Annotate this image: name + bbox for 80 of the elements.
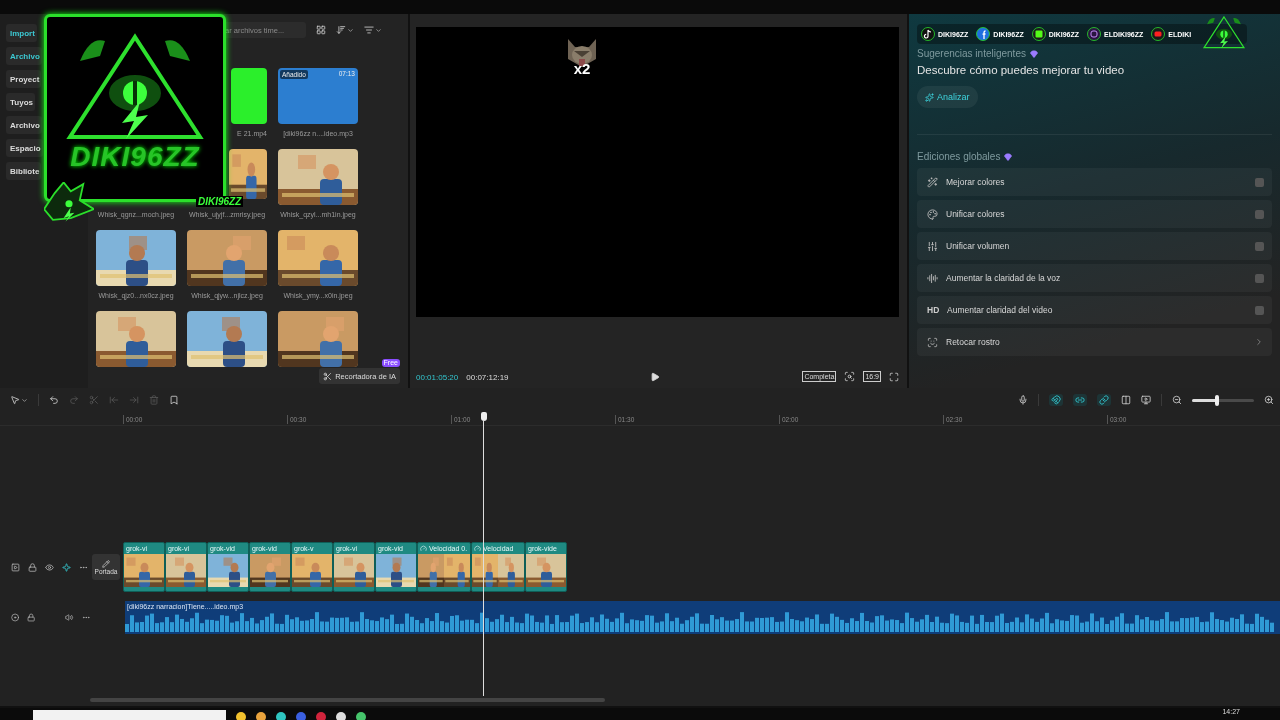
palette-icon [927,208,938,220]
edit-label: Mejorar colores [946,177,1006,187]
logo-title: DIKI96ZZ [70,141,200,173]
edit-label: Aumentar claridad del video [947,305,1054,315]
sidebar-item[interactable]: Espacio [6,139,43,157]
social-icon [1087,27,1102,41]
fullscreen-icon[interactable] [889,372,899,382]
hd-icon: HD [927,305,939,315]
wand-icon [927,176,938,188]
suggestion-text: Descubre cómo puedes mejorar tu video [917,64,1126,76]
grid-view-icon[interactable] [316,25,326,35]
lock-icon[interactable] [28,562,37,572]
global-edit-row[interactable]: HD Aumentar claridad del video [917,296,1272,324]
social-icon [1151,27,1166,41]
marker-icon[interactable] [169,395,179,405]
monitor-icon[interactable] [1141,395,1151,405]
face-scan-icon [927,336,938,348]
sidebar-item[interactable]: Archivo [6,116,42,134]
sticker-text: x2 [573,61,591,76]
section-title: Ediciones globales [917,151,1001,162]
zoom-in-icon[interactable] [1264,395,1274,405]
section-title: Sugerencias inteligentes [917,48,1026,59]
gem-icon [1029,49,1038,58]
analyze-button[interactable]: Analizar [917,86,978,108]
playhead[interactable] [481,412,486,696]
sparkle-icon [925,92,934,102]
lock-icon[interactable] [27,613,36,622]
pointer-icon[interactable] [10,395,28,405]
sidebar-item[interactable]: Proyect [6,70,42,88]
zoom-out-icon[interactable] [1172,395,1182,405]
global-edit-row[interactable]: Unificar colores [917,200,1272,228]
link-icon[interactable] [1073,394,1087,406]
media-thumbnail[interactable] [231,68,267,124]
edit-toggle[interactable] [1255,209,1264,219]
edit-label: Unificar volumen [946,241,1011,251]
social-icon [976,27,991,41]
chain-icon[interactable] [1097,394,1111,406]
magnet-icon[interactable] [1049,394,1063,406]
global-edit-row[interactable]: Retocar rostro [917,328,1272,356]
edit-toggle[interactable] [1255,241,1264,251]
sparkle-icon[interactable] [62,562,71,572]
social-icon [921,27,935,41]
edit-label: Retocar rostro [946,337,1001,347]
scrollbar[interactable] [90,698,605,702]
audio-lines-icon [927,272,938,284]
current-time: 00:01:05:20 [416,373,459,382]
audio-track-icon [11,613,20,622]
microphone-icon[interactable] [1018,395,1028,405]
sidebar-item[interactable]: Bibliote [6,162,42,180]
chevron-icon [1254,337,1264,347]
total-time: 00:07:12:19 [466,373,509,382]
sort-icon[interactable] [336,25,354,35]
eye-icon[interactable] [45,562,54,572]
edit-toggle[interactable] [1255,305,1264,315]
sidebar-item[interactable]: Tuyos [6,93,35,111]
zoom-scan-icon[interactable] [844,371,856,382]
volume-icon[interactable] [65,613,74,622]
gem-icon [1004,152,1013,161]
undo-icon[interactable] [49,395,59,405]
scissors-icon [323,371,333,381]
speed-icon [420,545,427,552]
logo-tag: DIKI96ZZ [196,196,244,207]
filter-icon[interactable] [364,25,382,35]
global-edit-row[interactable]: Unificar volumen [917,232,1272,260]
columns-icon[interactable] [1121,395,1131,405]
speed-icon [474,545,481,552]
edit-label: Unificar colores [946,209,1006,219]
edit-toggle[interactable] [1255,273,1264,283]
sliders-icon [927,240,938,252]
edit-toggle[interactable] [1255,177,1264,187]
small-logo-drawing [1201,14,1247,50]
sidebar-item[interactable]: Archivo [6,47,42,65]
social-icon [1031,27,1046,41]
global-edit-row[interactable]: Aumentar la claridad de la voz [917,264,1272,292]
edit-label: Aumentar la claridad de la voz [946,273,1062,283]
play-icon[interactable] [650,372,661,382]
pencil-icon [102,559,110,568]
video-track-icon [11,562,20,572]
global-edit-row[interactable]: Mejorar colores [917,168,1272,196]
sidebar-item[interactable]: Import [6,24,37,42]
